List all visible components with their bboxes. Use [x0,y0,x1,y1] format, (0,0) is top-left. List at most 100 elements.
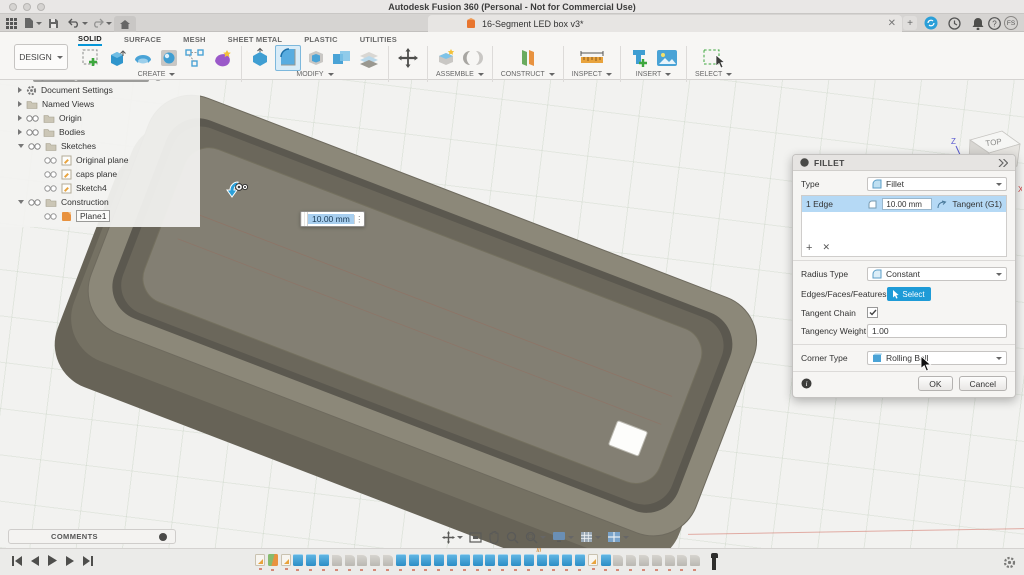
timeline-item-extrude[interactable] [473,554,483,566]
timeline-item-extrude[interactable] [319,554,329,566]
step-back-button[interactable] [31,556,39,566]
tab-utilities[interactable]: UTILITIES [360,35,397,45]
timeline-item-sketch[interactable] [255,554,265,566]
new-component-icon[interactable] [436,47,458,69]
visibility-eye-icon[interactable] [44,157,57,164]
go-to-start-button[interactable] [12,556,22,566]
comments-options-icon[interactable] [159,533,167,541]
viewports-icon[interactable] [607,531,629,543]
workspace-selector[interactable]: DESIGN [14,44,68,70]
timeline-playhead[interactable] [712,553,717,570]
split-body-icon[interactable] [358,48,380,68]
undo-icon[interactable] [68,16,88,30]
browser-row-caps-plane[interactable]: caps plane [0,167,200,181]
press-pull-icon[interactable] [250,47,270,69]
timeline-item-extrude[interactable] [562,554,572,566]
notifications-bell-icon[interactable] [972,16,984,30]
edge-radius-input[interactable]: 10.00 mm [882,198,932,210]
play-button[interactable] [48,555,57,566]
timeline-item-extrude[interactable] [447,554,457,566]
combine-icon[interactable] [331,48,353,68]
timeline-item-extrude[interactable] [293,554,303,566]
timeline-item-fillet[interactable] [639,554,649,566]
fillet-icon-active[interactable] [275,45,301,71]
remove-selection-button[interactable]: ✕ [822,242,830,254]
timeline-item-fillet[interactable] [613,554,623,566]
browser-row-document-settings[interactable]: Document Settings [0,83,200,97]
timeline-item-extrude[interactable] [485,554,495,566]
tab-sheet-metal[interactable]: SHEET METAL [228,35,283,45]
timeline-item-extrude[interactable] [421,554,431,566]
timeline-item-fillet[interactable] [345,554,355,566]
measure-icon[interactable] [579,49,605,67]
construction-plane1-face[interactable] [608,421,647,457]
cancel-button[interactable]: Cancel [959,376,1007,391]
recent-activity-icon[interactable] [948,16,961,30]
tangency-weight-input[interactable]: 1.00 [867,324,1007,338]
edge-continuity[interactable]: Tangent (G1) [952,199,1002,209]
save-icon[interactable] [48,16,59,30]
browser-row-sketch4[interactable]: Sketch4 [0,181,200,195]
zoom-window-icon[interactable] [525,531,546,544]
browser-row-named-views[interactable]: Named Views [0,97,200,111]
insert-canvas-icon[interactable] [656,49,678,67]
app-grid-icon[interactable] [6,16,17,30]
timeline-item-extrude[interactable] [511,554,521,566]
browser-row-sketches[interactable]: Sketches [0,139,200,153]
timeline-item-fillet[interactable] [357,554,367,566]
display-settings-icon[interactable] [552,531,574,543]
visibility-eye-icon[interactable] [28,199,41,206]
tab-surface[interactable]: SURFACE [124,35,161,45]
info-icon[interactable]: i [801,378,812,389]
timeline-item-sketch[interactable] [281,554,291,566]
help-icon[interactable]: ? [988,16,1001,30]
pattern-icon[interactable] [184,48,206,68]
grid-settings-icon[interactable] [580,531,601,543]
avatar[interactable]: FS [1004,16,1018,30]
group-create-label[interactable]: CREATE [138,71,166,78]
comments-bar[interactable]: COMMENTS [8,529,176,544]
shell-icon[interactable] [306,48,326,68]
tab-solid[interactable]: SOLID [78,34,102,46]
fillet-manipulator-icon[interactable] [226,180,248,200]
browser-row-original-plane[interactable]: Original plane [0,153,200,167]
create-sketch-icon[interactable] [80,47,102,69]
group-insert-label[interactable]: INSERT [636,71,662,78]
visibility-eye-icon[interactable] [26,129,39,136]
sweep-icon[interactable] [159,48,179,68]
tab-mesh[interactable]: MESH [183,35,205,45]
select-icon[interactable] [702,47,726,69]
step-forward-button[interactable] [66,556,74,566]
close-window-button[interactable] [9,3,17,11]
timeline-item-extrude[interactable] [575,554,585,566]
visibility-eye-icon[interactable] [26,115,39,122]
timeline-item-extrude[interactable] [409,554,419,566]
timeline-item-fillet[interactable] [332,554,342,566]
timeline-item-sketch[interactable] [588,554,598,566]
expand-dialog-icon[interactable] [998,159,1008,167]
type-dropdown[interactable]: Fillet [867,177,1007,191]
fit-icon[interactable] [469,532,482,543]
group-construct-label[interactable]: CONSTRUCT [501,71,545,78]
add-selection-button[interactable]: + [806,242,812,254]
dimension-value[interactable]: 10.00 mm [308,214,354,224]
timeline-item-extrude[interactable] [460,554,470,566]
timeline-item-fillet[interactable] [677,554,687,566]
timeline-item-extrude[interactable] [498,554,508,566]
group-select-label[interactable]: SELECT [695,71,722,78]
zoom-icon[interactable] [506,531,519,544]
construction-plane-icon[interactable] [518,47,538,69]
pan-icon[interactable] [442,531,463,544]
timeline-item-fillet[interactable] [652,554,662,566]
close-tab-icon[interactable]: ✕ [888,19,896,29]
revolve-icon[interactable] [132,48,154,68]
radius-type-dropdown[interactable]: Constant [867,267,1007,281]
timeline-item-extrude[interactable] [306,554,316,566]
dialog-header[interactable]: FILLET [793,155,1015,171]
visibility-eye-icon[interactable] [28,143,41,150]
timeline-item-plane[interactable] [268,554,278,566]
browser-row-bodies[interactable]: Bodies [0,125,200,139]
document-tab[interactable]: 16-Segment LED box v3* ✕ [428,15,902,32]
timeline-item-extrude[interactable] [549,554,559,566]
dimension-input[interactable]: 10.00 mm ⋮ [300,211,365,227]
